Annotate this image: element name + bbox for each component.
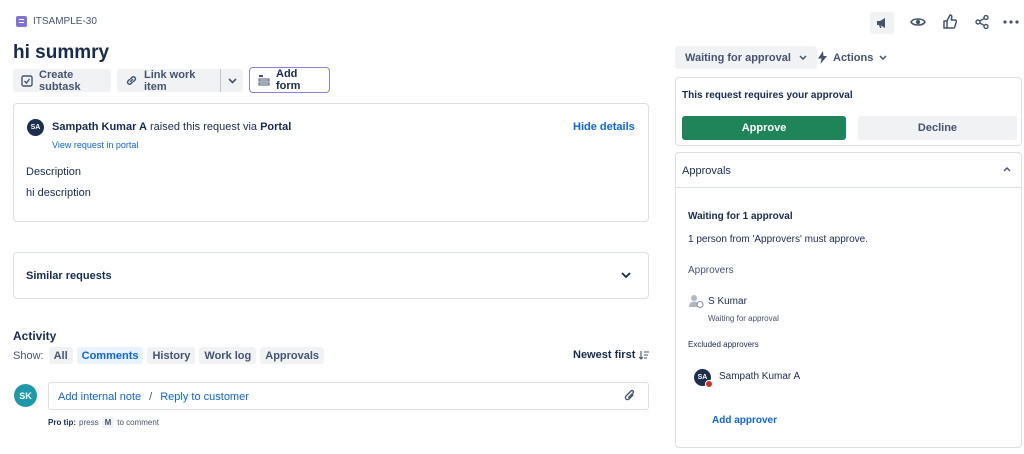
pro-tip-rest: to comment [117, 418, 160, 427]
activity-title: Activity [13, 329, 57, 343]
form-icon [258, 74, 270, 86]
decline-button[interactable]: Decline [858, 116, 1017, 140]
thumbs-up-icon [943, 14, 957, 29]
raised-line: Sampath Kumar A raised this request via … [52, 121, 291, 133]
issue-key-breadcrumb[interactable]: ITSAMPLE-30 [16, 16, 97, 27]
paperclip-icon [624, 389, 636, 403]
sort-order-button[interactable]: Newest first [573, 349, 650, 361]
collapse-approvals-button[interactable] [1003, 167, 1011, 172]
show-label: Show: [13, 349, 44, 362]
sort-order-label: Newest first [573, 349, 636, 361]
share-button[interactable] [975, 15, 989, 29]
channel-name: Portal [260, 121, 292, 133]
approver-avatar [689, 294, 704, 309]
megaphone-icon [875, 16, 889, 30]
more-horizontal-icon [1003, 20, 1019, 24]
filter-history[interactable]: History [147, 347, 196, 364]
expand-similar-button[interactable] [621, 272, 631, 279]
pro-tip: Pro tip: press M to comment [48, 417, 159, 428]
description-label: Description [26, 166, 82, 178]
vote-button[interactable] [943, 14, 957, 29]
attach-button[interactable] [624, 389, 636, 403]
filter-all[interactable]: All [48, 347, 73, 364]
filter-work-log[interactable]: Work log [199, 347, 257, 364]
add-internal-note-link[interactable]: Add internal note [58, 391, 141, 403]
chevron-down-icon [621, 272, 631, 279]
link-icon [125, 74, 138, 87]
pro-tip-key: M [101, 417, 115, 428]
watch-button[interactable] [910, 15, 926, 29]
link-work-item-label: Link work item [144, 68, 196, 93]
link-dropdown-button[interactable] [221, 69, 243, 92]
activity-filters: Show: All Comments History Work log Appr… [13, 347, 328, 364]
chevron-down-icon [227, 77, 237, 84]
chevron-up-icon [1003, 167, 1011, 172]
comment-separator: / [149, 391, 153, 403]
link-work-item-button[interactable]: Link work item [117, 68, 220, 93]
pro-tip-bold: Pro tip: [48, 418, 76, 427]
pro-tip-press: press [79, 418, 99, 427]
approvers-label: Approvers [688, 265, 734, 276]
approve-button[interactable]: Approve [682, 116, 846, 140]
reply-to-customer-link[interactable]: Reply to customer [160, 391, 249, 403]
create-subtask-label: Create subtask [39, 68, 81, 93]
actions-dropdown[interactable]: Actions [818, 51, 887, 64]
approval-prompt-text: This request requires your approval [682, 90, 853, 101]
add-approver-link[interactable]: Add approver [712, 415, 777, 426]
hide-details-link[interactable]: Hide details [573, 121, 635, 133]
excluded-approver-name: Sampath Kumar A [719, 371, 801, 382]
approvals-panel-header[interactable]: Approvals [676, 153, 1021, 188]
chevron-down-icon [799, 55, 807, 60]
issue-key[interactable]: ITSAMPLE-30 [33, 16, 97, 27]
approver-status: Waiting for approval [708, 314, 779, 323]
comment-box[interactable]: Add internal note / Reply to customer [48, 382, 649, 410]
current-user-avatar: SK [14, 384, 37, 407]
status-dropdown[interactable]: Waiting for approval [675, 46, 817, 69]
add-form-button[interactable]: Add form [249, 67, 330, 93]
similar-requests-label: Similar requests [26, 270, 112, 282]
actions-label: Actions [833, 51, 874, 64]
requester-avatar: SA [27, 119, 44, 136]
excluded-badge-icon [705, 380, 713, 388]
add-form-label: Add form [276, 68, 301, 92]
approvals-header-label: Approvals [682, 165, 731, 177]
sort-descending-icon [639, 350, 650, 360]
approval-prompt-card: This request requires your approval Appr… [675, 77, 1022, 146]
lightning-icon [818, 51, 827, 64]
status-label: Waiting for approval [685, 51, 791, 64]
similar-requests-panel[interactable]: Similar requests [13, 252, 649, 299]
person-icon [689, 294, 704, 309]
request-details-card: SA Sampath Kumar A raised this request v… [13, 103, 649, 222]
request-type-icon [16, 16, 27, 27]
approver-name: S Kumar [708, 296, 747, 307]
filter-comments[interactable]: Comments [76, 347, 144, 364]
raised-text: raised this request via [150, 121, 258, 133]
create-subtask-button[interactable]: Create subtask [13, 68, 111, 93]
waiting-approval-desc: 1 person from 'Approvers' must approve. [688, 234, 869, 245]
more-actions-button[interactable] [1003, 20, 1019, 24]
description-value[interactable]: hi description [26, 187, 91, 199]
filter-approvals[interactable]: Approvals [260, 347, 325, 364]
excluded-approvers-label: Excluded approvers [688, 340, 759, 349]
chevron-down-icon [879, 55, 887, 60]
waiting-approval-title: Waiting for 1 approval [688, 211, 793, 222]
eye-icon [910, 15, 926, 29]
requester-name[interactable]: Sampath Kumar A [52, 121, 147, 133]
announcement-button[interactable] [870, 12, 894, 34]
subtask-icon [21, 74, 33, 87]
share-icon [975, 15, 989, 29]
approvals-panel: Approvals Waiting for 1 approval 1 perso… [675, 152, 1022, 448]
page-title[interactable]: hi summry [13, 42, 109, 64]
view-request-in-portal-link[interactable]: View request in portal [52, 140, 138, 150]
